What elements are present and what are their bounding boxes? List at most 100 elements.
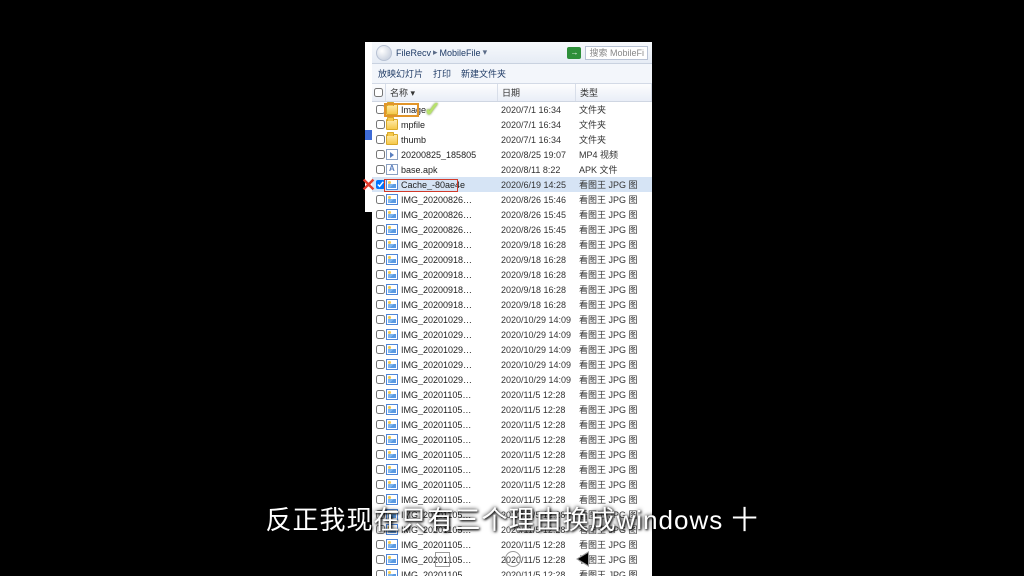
row-checkbox[interactable] [374,495,386,504]
file-row[interactable]: base.apk2020/8/11 8:22APK 文件 [372,162,652,177]
row-checkbox[interactable] [374,135,386,144]
file-row[interactable]: IMG_20201105…2020/11/5 12:28看图王 JPG 图 [372,417,652,432]
file-row[interactable]: IMG_20201029…2020/10/29 14:09看图王 JPG 图 [372,372,652,387]
file-row[interactable]: IMG_20201105…2020/11/5 12:28看图王 JPG 图 [372,522,652,537]
file-type: 看图王 JPG 图 [579,418,652,431]
file-row[interactable]: IMG_20201105…2020/11/5 12:28看图王 JPG 图 [372,447,652,462]
breadcrumb-segment[interactable]: FileRecv [396,48,431,58]
file-type: 看图王 JPG 图 [579,358,652,371]
file-name: IMG_20201105… [401,525,501,535]
jpg-icon [386,239,398,250]
file-type: 看图王 JPG 图 [579,328,652,341]
file-date: 2020/7/1 16:34 [501,120,579,130]
row-checkbox[interactable] [374,345,386,354]
row-checkbox[interactable] [374,270,386,279]
row-checkbox[interactable] [374,105,386,114]
file-row[interactable]: IMG_20201105…2020/11/5 12:28看图王 JPG 图 [372,492,652,507]
toolbar-newfolder-button[interactable]: 新建文件夹 [461,67,506,80]
row-checkbox[interactable] [374,420,386,429]
file-row[interactable]: Cache_-80ae4e2020/6/19 14:25看图王 JPG 图 [372,177,652,192]
row-checkbox[interactable] [374,480,386,489]
jpg-icon [386,329,398,340]
file-row[interactable]: IMG_20200826…2020/8/26 15:46看图王 JPG 图 [372,192,652,207]
toolbar-slideshow-button[interactable]: 放映幻灯片 [378,67,423,80]
row-checkbox[interactable] [374,435,386,444]
file-row[interactable]: IMG_20200918…2020/9/18 16:28看图王 JPG 图 [372,252,652,267]
file-type: 看图王 JPG 图 [579,373,652,386]
jpg-icon [386,344,398,355]
file-row[interactable]: IMG_20201105…2020/11/5 12:28看图王 JPG 图 [372,507,652,522]
row-checkbox[interactable] [374,225,386,234]
nav-recent-icon[interactable] [435,552,450,567]
file-name: IMG_20200918… [401,285,501,295]
file-date: 2020/11/5 12:28 [501,420,579,430]
row-checkbox[interactable] [374,375,386,384]
file-list[interactable]: Image2020/7/1 16:34文件夹mpfile2020/7/1 16:… [372,102,652,576]
file-row[interactable]: Image2020/7/1 16:34文件夹 [372,102,652,117]
file-row[interactable]: 20200825_1858052020/8/25 19:07MP4 视频 [372,147,652,162]
row-checkbox[interactable] [374,405,386,414]
row-checkbox[interactable] [374,450,386,459]
row-checkbox[interactable] [374,300,386,309]
row-checkbox[interactable] [374,510,386,519]
file-row[interactable]: IMG_20201105…2020/11/5 12:28看图王 JPG 图 [372,432,652,447]
nav-home-icon[interactable] [505,551,521,567]
file-type: 看图王 JPG 图 [579,283,652,296]
file-row[interactable]: IMG_20201029…2020/10/29 14:09看图王 JPG 图 [372,327,652,342]
file-row[interactable]: IMG_20201105…2020/11/5 12:28看图王 JPG 图 [372,402,652,417]
file-row[interactable]: IMG_20200918…2020/9/18 16:28看图王 JPG 图 [372,297,652,312]
file-row[interactable]: IMG_20201105…2020/11/5 12:28看图王 JPG 图 [372,477,652,492]
file-type: APK 文件 [579,163,652,176]
file-row[interactable]: IMG_20200826…2020/8/26 15:45看图王 JPG 图 [372,222,652,237]
toolbar-print-button[interactable]: 打印 [433,67,451,80]
jpg-icon [386,284,398,295]
column-header-checkbox[interactable] [372,84,386,101]
file-row[interactable]: IMG_20201105…2020/11/5 12:28看图王 JPG 图 [372,462,652,477]
jpg-icon [386,509,398,520]
row-checkbox[interactable] [374,150,386,159]
search-input[interactable]: 搜索 MobileFi [585,46,648,60]
file-name: IMG_20200918… [401,240,501,250]
column-header-type[interactable]: 类型 [576,84,652,101]
file-type: 看图王 JPG 图 [579,298,652,311]
breadcrumb-dropdown-icon[interactable]: ▾ [483,47,488,58]
file-row[interactable]: IMG_20201029…2020/10/29 14:09看图王 JPG 图 [372,357,652,372]
column-header-date[interactable]: 日期 [498,84,576,101]
file-row[interactable]: IMG_20200826…2020/8/26 15:45看图王 JPG 图 [372,207,652,222]
row-checkbox[interactable] [374,360,386,369]
row-checkbox[interactable] [374,315,386,324]
row-checkbox[interactable] [374,465,386,474]
nav-back-icon[interactable] [576,551,589,567]
breadcrumb[interactable]: FileRecv ▸ MobileFile ▾ [396,47,487,58]
column-header-name[interactable]: 名称 ▾ [386,84,498,101]
file-row[interactable]: thumb2020/7/1 16:34文件夹 [372,132,652,147]
file-row[interactable]: IMG_20200918…2020/9/18 16:28看图王 JPG 图 [372,282,652,297]
file-name: IMG_20200918… [401,300,501,310]
row-checkbox[interactable] [374,165,386,174]
file-row[interactable]: mpfile2020/7/1 16:34文件夹 [372,117,652,132]
row-checkbox[interactable] [374,195,386,204]
file-name: IMG_20201105… [401,465,501,475]
file-row[interactable]: IMG_20201029…2020/10/29 14:09看图王 JPG 图 [372,342,652,357]
file-explorer-window: FileRecv ▸ MobileFile ▾ → 搜索 MobileFi 放映… [372,42,652,576]
jpg-icon [386,434,398,445]
row-checkbox[interactable] [374,210,386,219]
file-name: IMG_20201029… [401,375,501,385]
row-checkbox[interactable] [374,120,386,129]
row-checkbox[interactable] [374,330,386,339]
file-row[interactable]: IMG_20201029…2020/10/29 14:09看图王 JPG 图 [372,312,652,327]
row-checkbox[interactable] [374,285,386,294]
row-checkbox[interactable] [374,255,386,264]
file-row[interactable]: IMG_20201105…2020/11/5 12:28看图王 JPG 图 [372,387,652,402]
arrow-right-icon: → [570,48,578,57]
file-type: MP4 视频 [579,148,652,161]
file-row[interactable]: IMG_20200918…2020/9/18 16:28看图王 JPG 图 [372,237,652,252]
row-checkbox[interactable] [374,390,386,399]
go-button[interactable]: → [567,47,581,59]
file-row[interactable]: IMG_20200918…2020/9/18 16:28看图王 JPG 图 [372,267,652,282]
jpg-icon [386,449,398,460]
breadcrumb-segment[interactable]: MobileFile [440,48,481,58]
file-type: 看图王 JPG 图 [579,313,652,326]
row-checkbox[interactable] [374,525,386,534]
row-checkbox[interactable] [374,240,386,249]
